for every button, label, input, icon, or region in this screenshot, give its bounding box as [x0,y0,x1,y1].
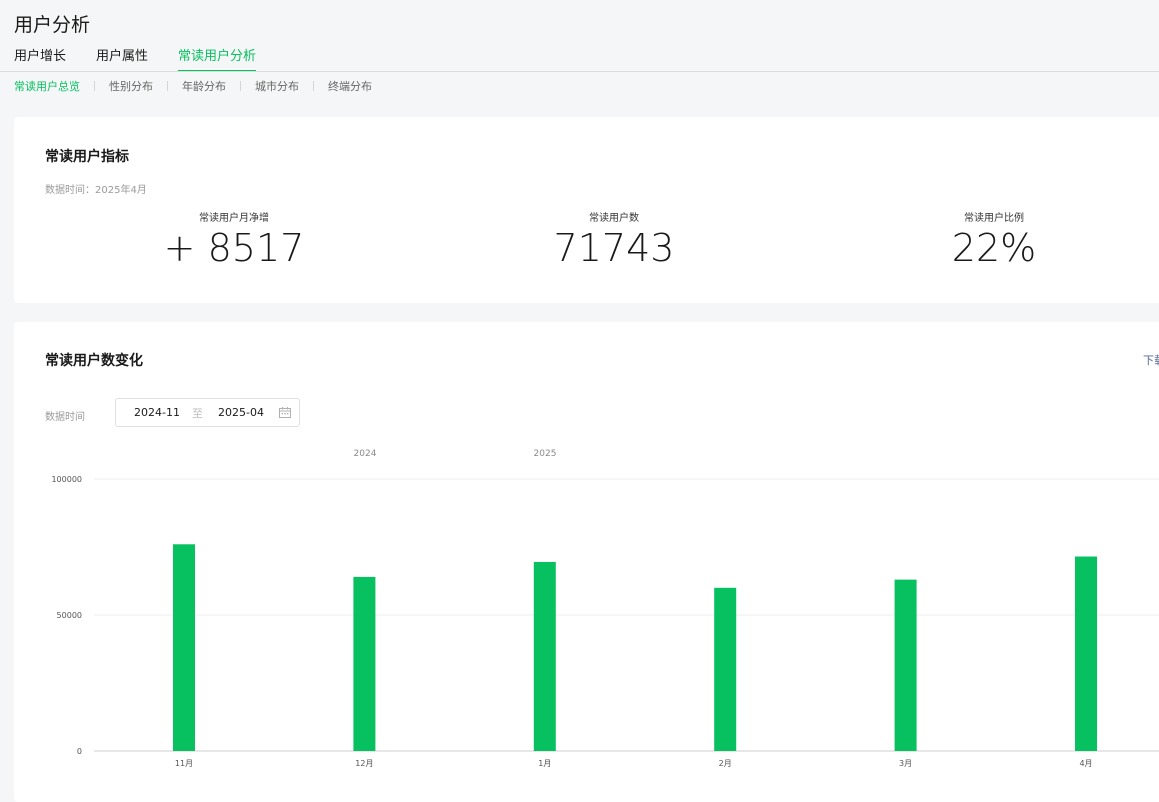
x-tick-label: 1月 [538,759,551,768]
divider [313,81,314,91]
metric-label: 常读用户月净增 [199,213,269,224]
indicators-data-time: 数据时间：2025年4月 [45,185,147,196]
divider [167,81,168,91]
x-tick-label: 4月 [1079,759,1092,768]
year-label: 2025 [534,449,557,459]
subtab-city[interactable]: 城市分布 [255,78,299,94]
bar [533,561,556,751]
sub-tabs: 常读用户总览 性别分布 年龄分布 城市分布 终端分布 [14,78,372,94]
trend-card: 常读用户数变化 下载 数据时间 2024-11 至 2025-04 050000… [14,322,1159,802]
subtab-gender[interactable]: 性别分布 [109,78,153,94]
metric-value: + 8517 [163,226,305,270]
tab-user-attributes[interactable]: 用户属性 [96,48,148,72]
metric-value: 71743 [553,226,675,270]
x-tick-label: 3月 [899,759,912,768]
divider [94,81,95,91]
tab-user-growth[interactable]: 用户增长 [14,48,66,72]
bar [173,544,195,751]
tab-frequent-reader-analysis[interactable]: 常读用户分析 [178,48,257,72]
subtab-device[interactable]: 终端分布 [328,78,372,94]
metric-reader-ratio: 常读用户比例 22% [844,209,1144,270]
metric-label: 常读用户比例 [964,213,1024,224]
metric-reader-count: 常读用户数 71743 [464,209,764,270]
bar [1075,556,1097,751]
y-tick-label: 50000 [57,611,82,620]
subtab-age[interactable]: 年龄分布 [182,78,226,94]
main-tabs: 用户增长 用户属性 常读用户分析 [14,48,257,72]
x-tick-label: 12月 [355,759,373,768]
x-tick-label: 2月 [719,759,732,768]
metric-net-growth: 常读用户月净增 + 8517 [84,209,384,270]
tabs-divider [0,71,1159,72]
y-tick-label: 0 [77,747,82,756]
metric-value: 22% [951,226,1037,270]
year-label: 2024 [354,449,377,459]
bar [714,587,737,751]
bar [353,576,376,751]
metric-label: 常读用户数 [589,213,639,224]
x-tick-label: 11月 [175,759,193,768]
subtab-overview[interactable]: 常读用户总览 [14,78,80,94]
indicators-title: 常读用户指标 [45,149,129,165]
page-title: 用户分析 [14,14,91,36]
readers-bar-chart: 0 50000 100000 11月 12月 1月 2月 3月 4月 2024 2025 [51,449,1159,768]
divider [240,81,241,91]
indicators-card: 常读用户指标 数据时间：2025年4月 常读用户月净增 + 8517 常读用户数… [14,117,1159,303]
bar [894,579,917,751]
y-tick-label: 100000 [51,475,82,484]
